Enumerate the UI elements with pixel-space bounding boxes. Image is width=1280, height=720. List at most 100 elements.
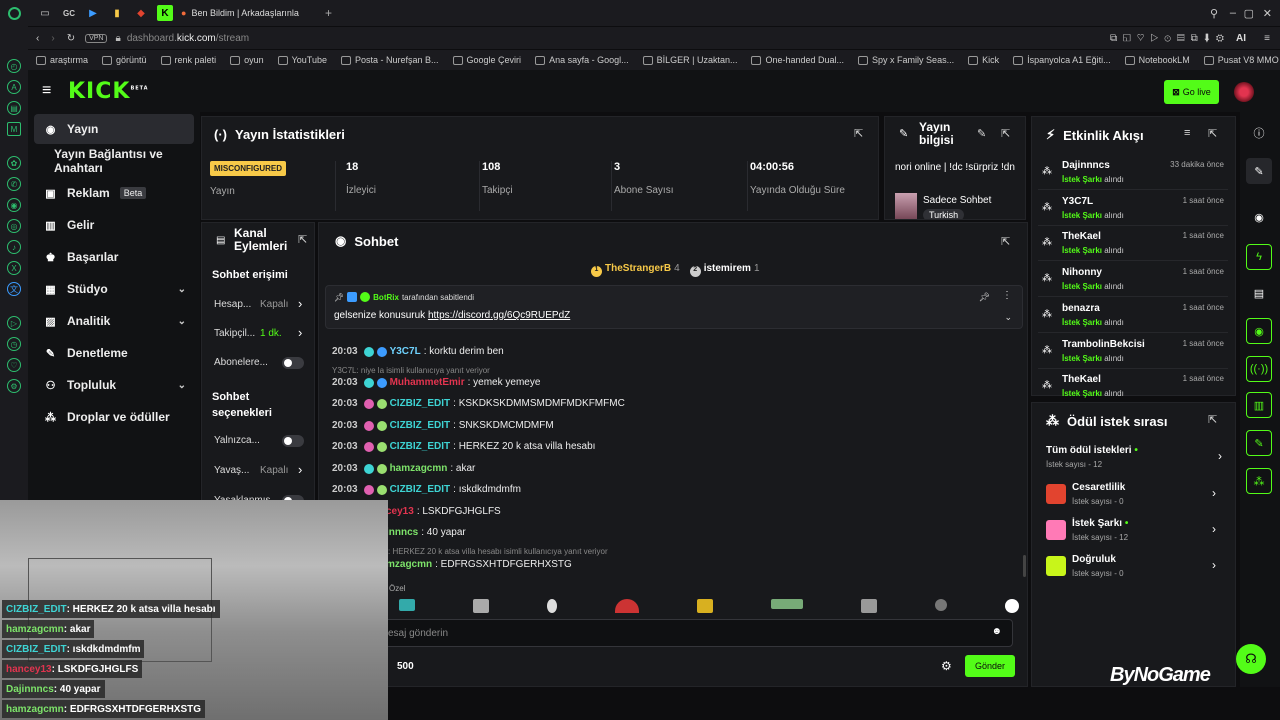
play-tab-icon[interactable]: ▶ — [85, 5, 101, 21]
event-item[interactable]: ⁂ TrambolinBekcisi İstek Şarkı alındı 1 saa… — [1038, 335, 1228, 369]
vpn-badge[interactable]: VPN — [85, 33, 108, 43]
chatgpt-icon[interactable]: ✿ — [7, 156, 21, 170]
reward-request-row[interactable]: Doğruluk İstek sayısı - 0 › — [1040, 554, 1220, 584]
bookmark-item[interactable]: Posta - Nurefşan B... — [340, 55, 439, 65]
go-live-button[interactable]: ⊠ Go live — [1164, 80, 1219, 104]
top-gifter[interactable]: 1 TheStrangerB 4 — [591, 263, 680, 277]
minimize-icon[interactable]: – — [1230, 7, 1236, 19]
emote-icon[interactable] — [1005, 599, 1019, 613]
expand-icon[interactable]: ⇱ — [298, 233, 307, 246]
chat-username[interactable]: CIZBIZ_EDIT — [390, 420, 451, 431]
expand-icon[interactable]: ⇱ — [1208, 413, 1217, 426]
chat-scrollbar[interactable] — [1023, 555, 1026, 577]
chevron-down-icon[interactable]: ⌄ — [1004, 312, 1012, 323]
chat-settings-icon[interactable]: ⚙ — [941, 659, 952, 673]
more-icon[interactable]: ⋮ — [1002, 290, 1012, 301]
expand-icon[interactable]: ⇱ — [1001, 235, 1010, 248]
gc-tab-icon[interactable]: GC — [61, 5, 77, 21]
kick-tab-icon[interactable]: K — [157, 5, 173, 21]
chat-message[interactable]: 20:03 CIZBIZ_EDIT: SNKSKDMCMDMFM — [332, 420, 554, 431]
sidebar-item-0[interactable]: ◉ Yayın — [34, 114, 194, 144]
bookmark-item[interactable]: görüntü — [102, 55, 147, 65]
instagram-icon[interactable]: ◎ — [7, 219, 21, 233]
pencil-icon[interactable]: ✎ — [1246, 158, 1272, 184]
event-item[interactable]: ⁂ Y3C7L İstek Şarkı alındı 1 saat önce — [1038, 192, 1228, 226]
avatar[interactable] — [1234, 82, 1254, 102]
tasks-icon[interactable]: M — [7, 122, 21, 136]
bookmark-item[interactable]: BİLGER | Uzaktan... — [642, 55, 737, 65]
bookmark-item[interactable]: İspanyolca A1 Eğiti... — [1013, 55, 1111, 65]
maximize-icon[interactable]: ▢ — [1244, 7, 1254, 20]
chat-username[interactable]: CIZBIZ_EDIT — [390, 484, 451, 495]
event-item[interactable]: ⁂ TheKael İstek Şarkı alındı 1 saat önce — [1038, 227, 1228, 262]
emote-icon[interactable] — [935, 599, 947, 611]
sidebar-item-2[interactable]: ▣ Reklam Beta — [34, 178, 194, 208]
workspace-icon[interactable]: ▭ — [37, 5, 53, 21]
settings-icon[interactable]: ⚙ — [7, 379, 21, 393]
player-icon[interactable]: ▷ — [7, 316, 21, 330]
sidebar-item-5[interactable]: ▦ Stüdyo ⌄ — [34, 274, 194, 304]
event-item[interactable]: ⁂ TheKael İstek Şarkı alındı 1 saat önce — [1038, 370, 1228, 405]
x-icon[interactable]: X — [7, 261, 21, 275]
chat-username[interactable]: CIZBIZ_EDIT — [390, 398, 451, 409]
expand-icon[interactable]: ⇱ — [1208, 127, 1217, 140]
reward-request-row[interactable]: İstek Şarkı • İstek sayısı - 12 › — [1040, 518, 1220, 548]
bookmark-item[interactable]: Pusat V8 MMO Oy... — [1203, 55, 1280, 65]
ai-button[interactable]: AI — [1236, 33, 1246, 44]
emote-icon[interactable] — [615, 599, 639, 613]
sidebar-item-8[interactable]: ⚇ Topluluk ⌄ — [34, 370, 194, 400]
extensions-icons[interactable]: ⧉◱♡▷⊙▤⧉⬇⚙ — [1110, 33, 1230, 44]
chat-username[interactable]: CIZBIZ_EDIT — [390, 441, 451, 452]
discord-icon[interactable]: ◉ — [7, 198, 21, 212]
translate-icon[interactable]: 文 — [7, 282, 21, 296]
chat-username[interactable]: mzagcmn — [386, 559, 432, 570]
sidebar-item-6[interactable]: ▨ Analitik ⌄ — [34, 306, 194, 336]
bookmark-item[interactable]: YouTube — [277, 55, 327, 65]
bookmark-item[interactable]: NotebookLM — [1124, 55, 1190, 65]
chat-username[interactable]: Y3C7L — [390, 346, 421, 357]
kick-logo[interactable]: KICKBETA — [68, 79, 149, 104]
emote-icon[interactable] — [861, 599, 877, 613]
bookmark-item[interactable]: oyun — [230, 55, 264, 65]
toggle-switch[interactable] — [282, 435, 304, 447]
menu-icon[interactable]: ≡ — [1264, 33, 1270, 44]
chat-message[interactable]: 20:03 Y3C7L: korktu derim ben — [332, 346, 504, 357]
chat-icon[interactable]: ◉ — [1246, 318, 1272, 344]
pinned-by[interactable]: BotRix — [373, 293, 399, 302]
sidebar-item-3[interactable]: ▥ Gelir — [34, 210, 194, 240]
reload-icon[interactable]: ↻ — [67, 33, 75, 44]
chat-message[interactable]: 20:03 MuhammetEmir: yemek yemeye — [332, 377, 540, 388]
top-gifter[interactable]: 2 istemirem 1 — [689, 263, 760, 277]
chevron-right-icon[interactable]: › — [298, 325, 302, 340]
pinned-link[interactable]: https://discord.gg/6Qc9RUEPdZ — [428, 310, 570, 321]
emote-icon[interactable] — [771, 599, 803, 609]
sidebar-item-4[interactable]: ♚ Başarılar — [34, 242, 194, 272]
category-name[interactable]: Sadece Sohbet — [923, 195, 991, 206]
sidebar-item-9[interactable]: ⁂ Droplar ve ödüller — [34, 402, 194, 432]
bookmark-item[interactable]: Kick — [968, 55, 999, 65]
chat-username[interactable]: hamzagcmn — [390, 463, 448, 474]
send-button[interactable]: Gönder — [965, 655, 1015, 677]
camera-icon[interactable]: ◉ — [1246, 204, 1272, 230]
close-icon[interactable]: ✕ — [1263, 7, 1272, 20]
unpin-icon[interactable]: 📌︎ — [979, 292, 990, 303]
chat-username[interactable]: cey13 — [386, 506, 414, 517]
reward-icon[interactable]: ⁂ — [1246, 468, 1272, 494]
chevron-right-icon[interactable]: › — [298, 296, 302, 311]
chart-tab-icon[interactable]: ▮ — [109, 5, 125, 21]
sidebar-item-7[interactable]: ✎ Denetleme — [34, 338, 194, 368]
bookmark-item[interactable]: renk paleti — [160, 55, 216, 65]
chevron-right-icon[interactable]: › — [298, 462, 302, 477]
hamburger-menu-icon[interactable]: ≡ — [42, 82, 51, 100]
game-tab-icon[interactable]: ◆ — [133, 5, 149, 21]
clipboard-icon[interactable]: ▤ — [1246, 280, 1272, 306]
info-icon[interactable]: ⓘ — [1246, 120, 1272, 146]
event-item[interactable]: ⁂ benazra İstek Şarkı alındı 1 saat önce — [1038, 299, 1228, 333]
language-tag[interactable]: Turkish — [923, 209, 965, 219]
back-icon[interactable]: ‹ — [36, 33, 39, 44]
chat-username[interactable]: innncs — [386, 527, 418, 538]
event-item[interactable]: ⁂ Dajinnncs İstek Şarkı alındı 33 dakika ön… — [1038, 156, 1228, 190]
expand-icon[interactable]: ⇱ — [1001, 127, 1010, 140]
chat-message[interactable]: mzagcmn: EDFRGSXHTDFGERHXSTG — [386, 559, 572, 570]
toggle-switch[interactable] — [282, 357, 304, 369]
